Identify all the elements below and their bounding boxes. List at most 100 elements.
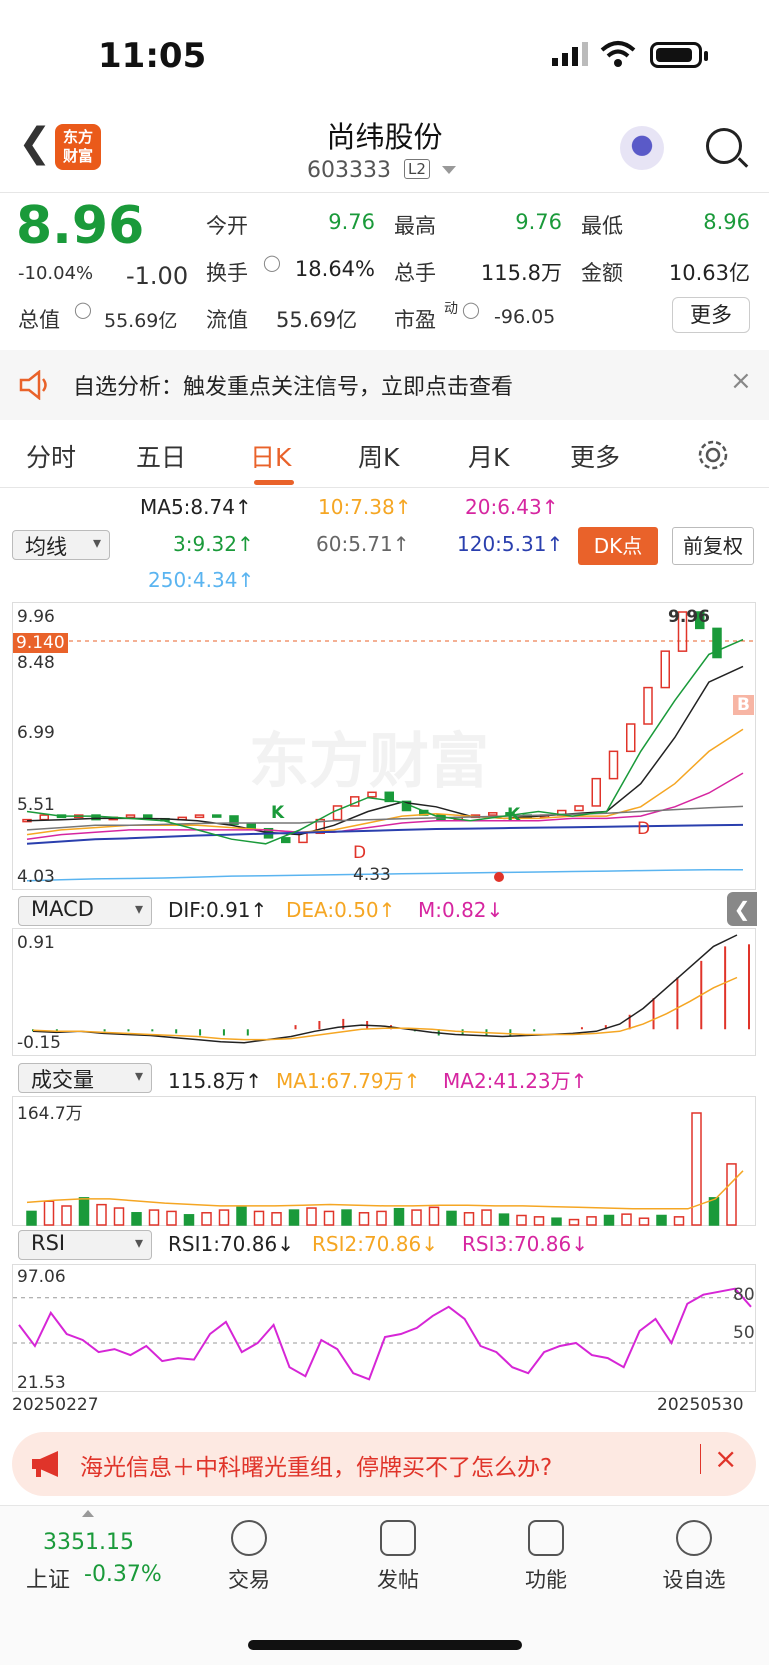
- volume-bar: [236, 1206, 247, 1226]
- macd-m: M:0.82↓: [418, 898, 504, 922]
- candle: [488, 812, 498, 816]
- chevron-down-icon[interactable]: [442, 166, 456, 174]
- stock-code: 603333: [307, 158, 391, 183]
- macd-bottom: -0.15: [17, 1033, 61, 1053]
- mktcap-value: 55.69亿: [104, 310, 178, 332]
- volume-bar: [393, 1207, 405, 1226]
- change-amount: -1.00: [126, 262, 189, 290]
- index-change[interactable]: -0.37%: [84, 1562, 162, 1587]
- volume-bar: [673, 1216, 685, 1226]
- tab-5day[interactable]: 五日: [136, 438, 186, 474]
- gear-icon[interactable]: [696, 438, 730, 472]
- volume-bar: [463, 1212, 475, 1226]
- rsi1-line: [18, 1287, 752, 1381]
- tab-more[interactable]: 更多: [570, 438, 620, 474]
- tab-monthly-k[interactable]: 月K: [468, 438, 509, 474]
- rsi3-value: RSI3:70.86↓: [462, 1232, 588, 1256]
- pe-label: 市盈: [394, 308, 436, 332]
- candle: [212, 814, 222, 818]
- volume-bar: [26, 1210, 37, 1226]
- volume-bar: [323, 1210, 335, 1226]
- volume-bar: [708, 1197, 720, 1226]
- kline-chart: [13, 611, 757, 882]
- info-icon[interactable]: ◯: [462, 300, 480, 319]
- float-value: 55.69亿: [276, 308, 358, 332]
- y-axis-top: 9.96: [17, 607, 55, 627]
- megaphone-icon: [32, 1451, 58, 1477]
- tab-weekly-k[interactable]: 周K: [358, 438, 399, 474]
- close-icon[interactable]: ×: [714, 1442, 737, 1475]
- candle: [194, 814, 205, 819]
- collapse-icon[interactable]: ❮: [727, 892, 757, 926]
- speaker-icon: [19, 370, 47, 400]
- mktcap-label: 总值: [18, 308, 60, 332]
- ma5-line: [26, 665, 744, 836]
- volume-bar: [586, 1216, 597, 1226]
- grid-icon: [528, 1520, 564, 1556]
- volume-bar: [148, 1209, 160, 1226]
- current-price-tag: 9.140: [13, 633, 68, 653]
- signal-icon: [552, 42, 588, 66]
- level-badge[interactable]: L2: [404, 159, 430, 179]
- assistant-avatar-icon[interactable]: [620, 126, 664, 170]
- ma250-value: 250:4.34↑: [148, 568, 255, 592]
- more-button[interactable]: 更多: [672, 297, 750, 333]
- dk-point-button[interactable]: DK点: [578, 527, 658, 565]
- tab-intraday[interactable]: 分时: [26, 438, 76, 474]
- volume-value: 115.8万: [480, 261, 562, 285]
- rsi-chart: [13, 1287, 757, 1381]
- candle: [332, 805, 343, 821]
- volume-bar: [498, 1213, 510, 1226]
- buy-badge[interactable]: B: [733, 695, 754, 715]
- volume-bar: [201, 1212, 212, 1226]
- volume-bar: [411, 1209, 422, 1226]
- y-axis-bottom: 4.03: [17, 867, 55, 887]
- event-dot: [494, 872, 504, 882]
- rsi-80: 80: [733, 1285, 755, 1305]
- volume-bar: [428, 1206, 440, 1226]
- volume-bar: [533, 1216, 545, 1226]
- volume-bar: [726, 1163, 737, 1226]
- ma-selector[interactable]: 均线: [12, 530, 110, 560]
- nav-functions[interactable]: 功能: [496, 1520, 596, 1594]
- rsi-selector[interactable]: RSI: [18, 1230, 152, 1260]
- nav-trade[interactable]: 交易: [199, 1520, 299, 1594]
- tab-daily-k[interactable]: 日K: [250, 438, 291, 474]
- vol-ma2: MA2:41.23万↑: [443, 1069, 588, 1093]
- volume-bar: [253, 1210, 265, 1226]
- turnover-label: 换手: [206, 261, 248, 285]
- battery-icon: [650, 42, 708, 68]
- up-arrow-icon[interactable]: [82, 1510, 94, 1517]
- ma120-value: 120:5.31↑: [457, 532, 564, 556]
- index-value[interactable]: 3351.15: [43, 1530, 134, 1555]
- date-start: 20250227: [12, 1395, 99, 1415]
- more-dots-icon: [676, 1520, 712, 1556]
- search-icon[interactable]: [706, 128, 742, 164]
- amount-label: 金额: [581, 261, 623, 285]
- macd-selector[interactable]: MACD: [18, 896, 152, 926]
- volume-bar: [183, 1214, 195, 1226]
- info-icon[interactable]: ◯: [74, 300, 92, 319]
- float-label: 流值: [206, 308, 248, 332]
- volume-bar: [271, 1212, 282, 1226]
- nav-add-watch[interactable]: 设自选: [644, 1520, 744, 1594]
- kline-panel[interactable]: 东方财富 9.96 9.140 8.48 6.99 5.51 4.03 9.96…: [12, 602, 757, 890]
- volume-selector[interactable]: 成交量: [18, 1063, 152, 1093]
- close-icon[interactable]: ×: [730, 366, 752, 396]
- rsi-50: 50: [733, 1323, 755, 1343]
- low-label: 最低: [581, 214, 623, 238]
- tab-indicator: [254, 480, 294, 485]
- nav-post[interactable]: 发帖: [348, 1520, 448, 1594]
- alert-bar[interactable]: 自选分析：触发重点关注信号，立即点击查看 ×: [0, 350, 769, 420]
- volume-bar: [341, 1209, 352, 1226]
- amount-value: 10.63亿: [668, 261, 750, 285]
- volume-bar: [306, 1207, 317, 1226]
- dif-line: [32, 934, 738, 1044]
- edit-icon: [380, 1520, 416, 1556]
- signal-d2: D: [637, 819, 651, 839]
- index-name[interactable]: 上证: [26, 1562, 70, 1594]
- adjust-button[interactable]: 前复权: [672, 527, 754, 565]
- yuan-icon: [231, 1520, 267, 1556]
- promo-banner[interactable]: 海光信息＋中科曙光重组，停牌买不了怎么办? ×: [12, 1432, 756, 1496]
- rsi2-value: RSI2:70.86↓: [312, 1232, 438, 1256]
